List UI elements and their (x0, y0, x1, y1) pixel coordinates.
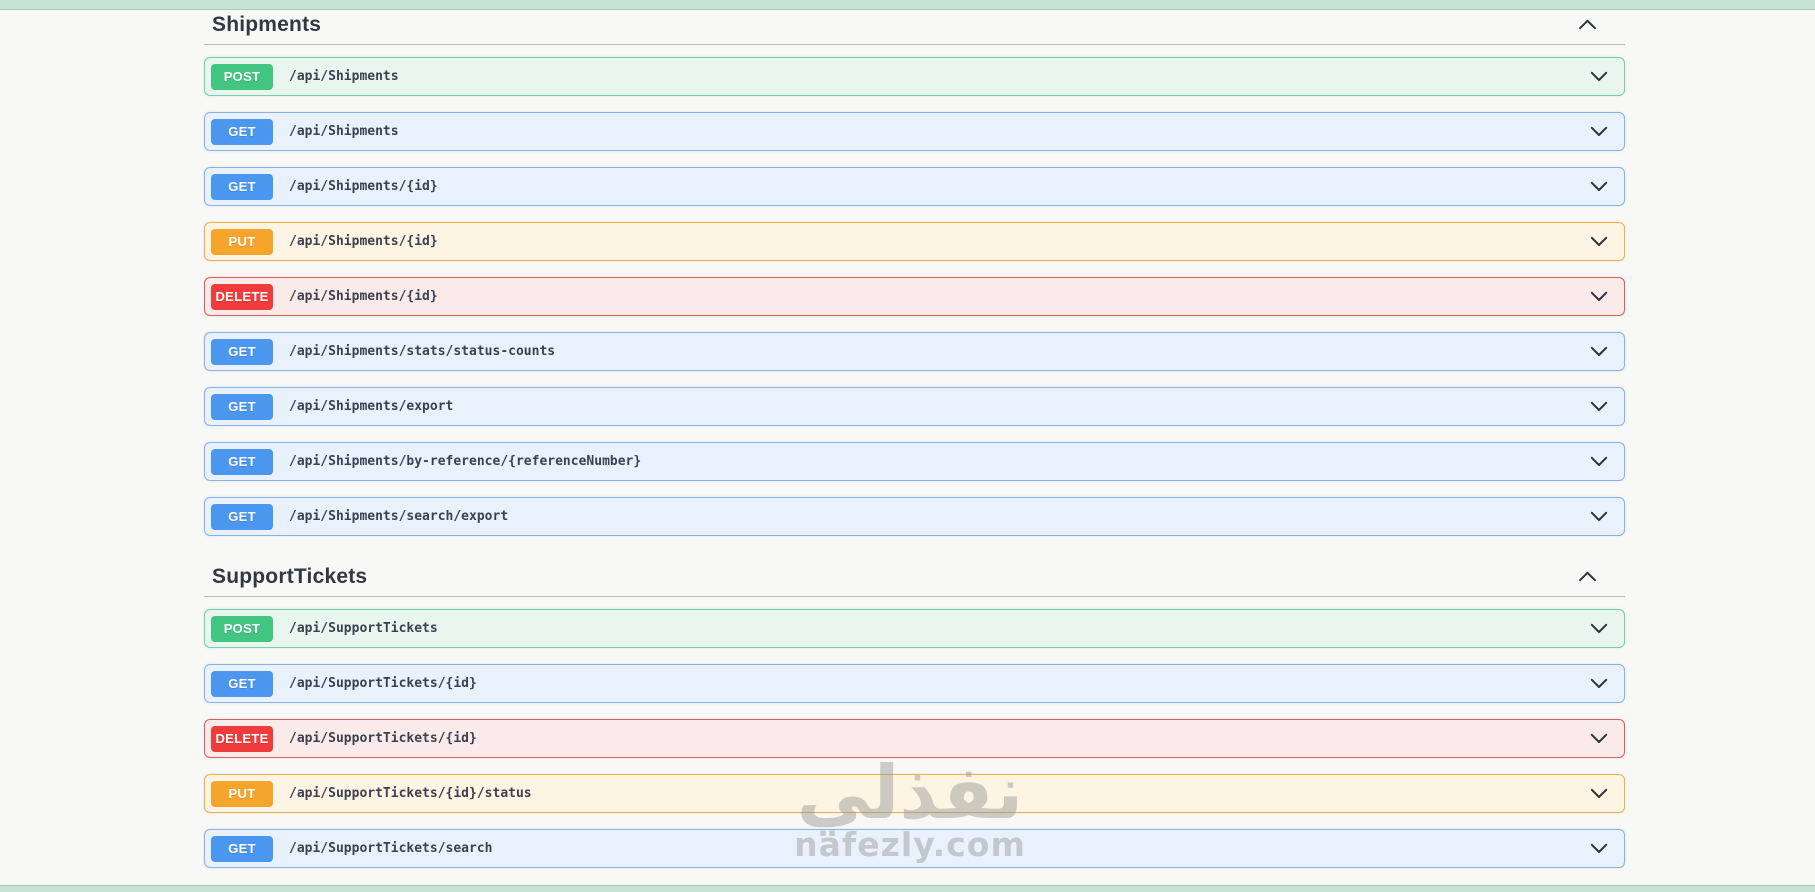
chevron-down-icon[interactable] (1590, 291, 1608, 302)
top-frame-bar (0, 0, 1815, 10)
endpoint-row[interactable]: DELETE /api/Shipments/{id} (204, 277, 1625, 316)
chevron-down-icon[interactable] (1590, 788, 1608, 799)
endpoint-path: /api/Shipments/export (289, 399, 454, 414)
method-badge: GET (211, 393, 273, 420)
chevron-down-icon[interactable] (1590, 181, 1608, 192)
chevron-down-icon[interactable] (1590, 623, 1608, 634)
endpoint-path: /api/Shipments (289, 124, 399, 139)
endpoint-path: /api/Shipments/stats/status-counts (289, 344, 556, 359)
endpoint-path: /api/Shipments/search/export (289, 509, 509, 524)
chevron-down-icon[interactable] (1590, 126, 1608, 137)
section-header[interactable]: SupportTickets (204, 562, 1625, 597)
endpoint-row[interactable]: GET /api/Shipments (204, 112, 1625, 151)
method-badge: DELETE (211, 725, 273, 752)
chevron-down-icon[interactable] (1590, 71, 1608, 82)
section-header[interactable]: Shipments (204, 10, 1625, 45)
endpoint-path: /api/Shipments/{id} (289, 234, 438, 249)
endpoint-path: /api/Shipments/{id} (289, 289, 438, 304)
method-badge: PUT (211, 228, 273, 255)
chevron-down-icon[interactable] (1590, 456, 1608, 467)
method-badge: GET (211, 338, 273, 365)
endpoint-path: /api/SupportTickets/{id} (289, 731, 477, 746)
endpoint-row[interactable]: DELETE /api/SupportTickets/{id} (204, 719, 1625, 758)
chevron-up-icon[interactable] (1578, 19, 1597, 30)
endpoint-path: /api/SupportTickets (289, 621, 438, 636)
api-section-shipments: Shipments POST /api/Shipments GET /api/S… (204, 10, 1625, 536)
endpoint-path: /api/Shipments/by-reference/{referenceNu… (289, 454, 642, 469)
endpoint-path: /api/Shipments (289, 69, 399, 84)
chevron-down-icon[interactable] (1590, 843, 1608, 854)
method-badge: GET (211, 835, 273, 862)
endpoint-row[interactable]: PUT /api/Shipments/{id} (204, 222, 1625, 261)
section-title: Shipments (212, 13, 322, 36)
bottom-frame-bar (0, 885, 1815, 892)
method-badge: POST (211, 615, 273, 642)
method-badge: GET (211, 448, 273, 475)
endpoint-path: /api/SupportTickets/{id} (289, 676, 477, 691)
endpoint-row[interactable]: GET /api/Shipments/stats/status-counts (204, 332, 1625, 371)
method-badge: DELETE (211, 283, 273, 310)
chevron-down-icon[interactable] (1590, 401, 1608, 412)
endpoint-row[interactable]: GET /api/Shipments/{id} (204, 167, 1625, 206)
section-title: SupportTickets (212, 565, 368, 588)
endpoint-row[interactable]: GET /api/SupportTickets/{id} (204, 664, 1625, 703)
chevron-down-icon[interactable] (1590, 511, 1608, 522)
chevron-down-icon[interactable] (1590, 678, 1608, 689)
endpoint-row[interactable]: POST /api/Shipments (204, 57, 1625, 96)
chevron-down-icon[interactable] (1590, 236, 1608, 247)
method-badge: GET (211, 503, 273, 530)
endpoint-list: POST /api/Shipments GET /api/Shipments G… (204, 57, 1625, 536)
method-badge: GET (211, 118, 273, 145)
api-sections: Shipments POST /api/Shipments GET /api/S… (204, 10, 1625, 884)
endpoint-list: POST /api/SupportTickets GET /api/Suppor… (204, 609, 1625, 868)
endpoint-path: /api/Shipments/{id} (289, 179, 438, 194)
endpoint-row[interactable]: GET /api/Shipments/search/export (204, 497, 1625, 536)
endpoint-row[interactable]: POST /api/SupportTickets (204, 609, 1625, 648)
method-badge: GET (211, 173, 273, 200)
chevron-down-icon[interactable] (1590, 733, 1608, 744)
method-badge: PUT (211, 780, 273, 807)
method-badge: POST (211, 63, 273, 90)
endpoint-row[interactable]: GET /api/Shipments/by-reference/{referen… (204, 442, 1625, 481)
chevron-up-icon[interactable] (1578, 571, 1597, 582)
method-badge: GET (211, 670, 273, 697)
endpoint-row[interactable]: PUT /api/SupportTickets/{id}/status (204, 774, 1625, 813)
api-section-supporttickets: SupportTickets POST /api/SupportTickets … (204, 562, 1625, 868)
endpoint-row[interactable]: GET /api/SupportTickets/search (204, 829, 1625, 868)
endpoint-path: /api/SupportTickets/{id}/status (289, 786, 532, 801)
endpoint-path: /api/SupportTickets/search (289, 841, 493, 856)
endpoint-row[interactable]: GET /api/Shipments/export (204, 387, 1625, 426)
chevron-down-icon[interactable] (1590, 346, 1608, 357)
